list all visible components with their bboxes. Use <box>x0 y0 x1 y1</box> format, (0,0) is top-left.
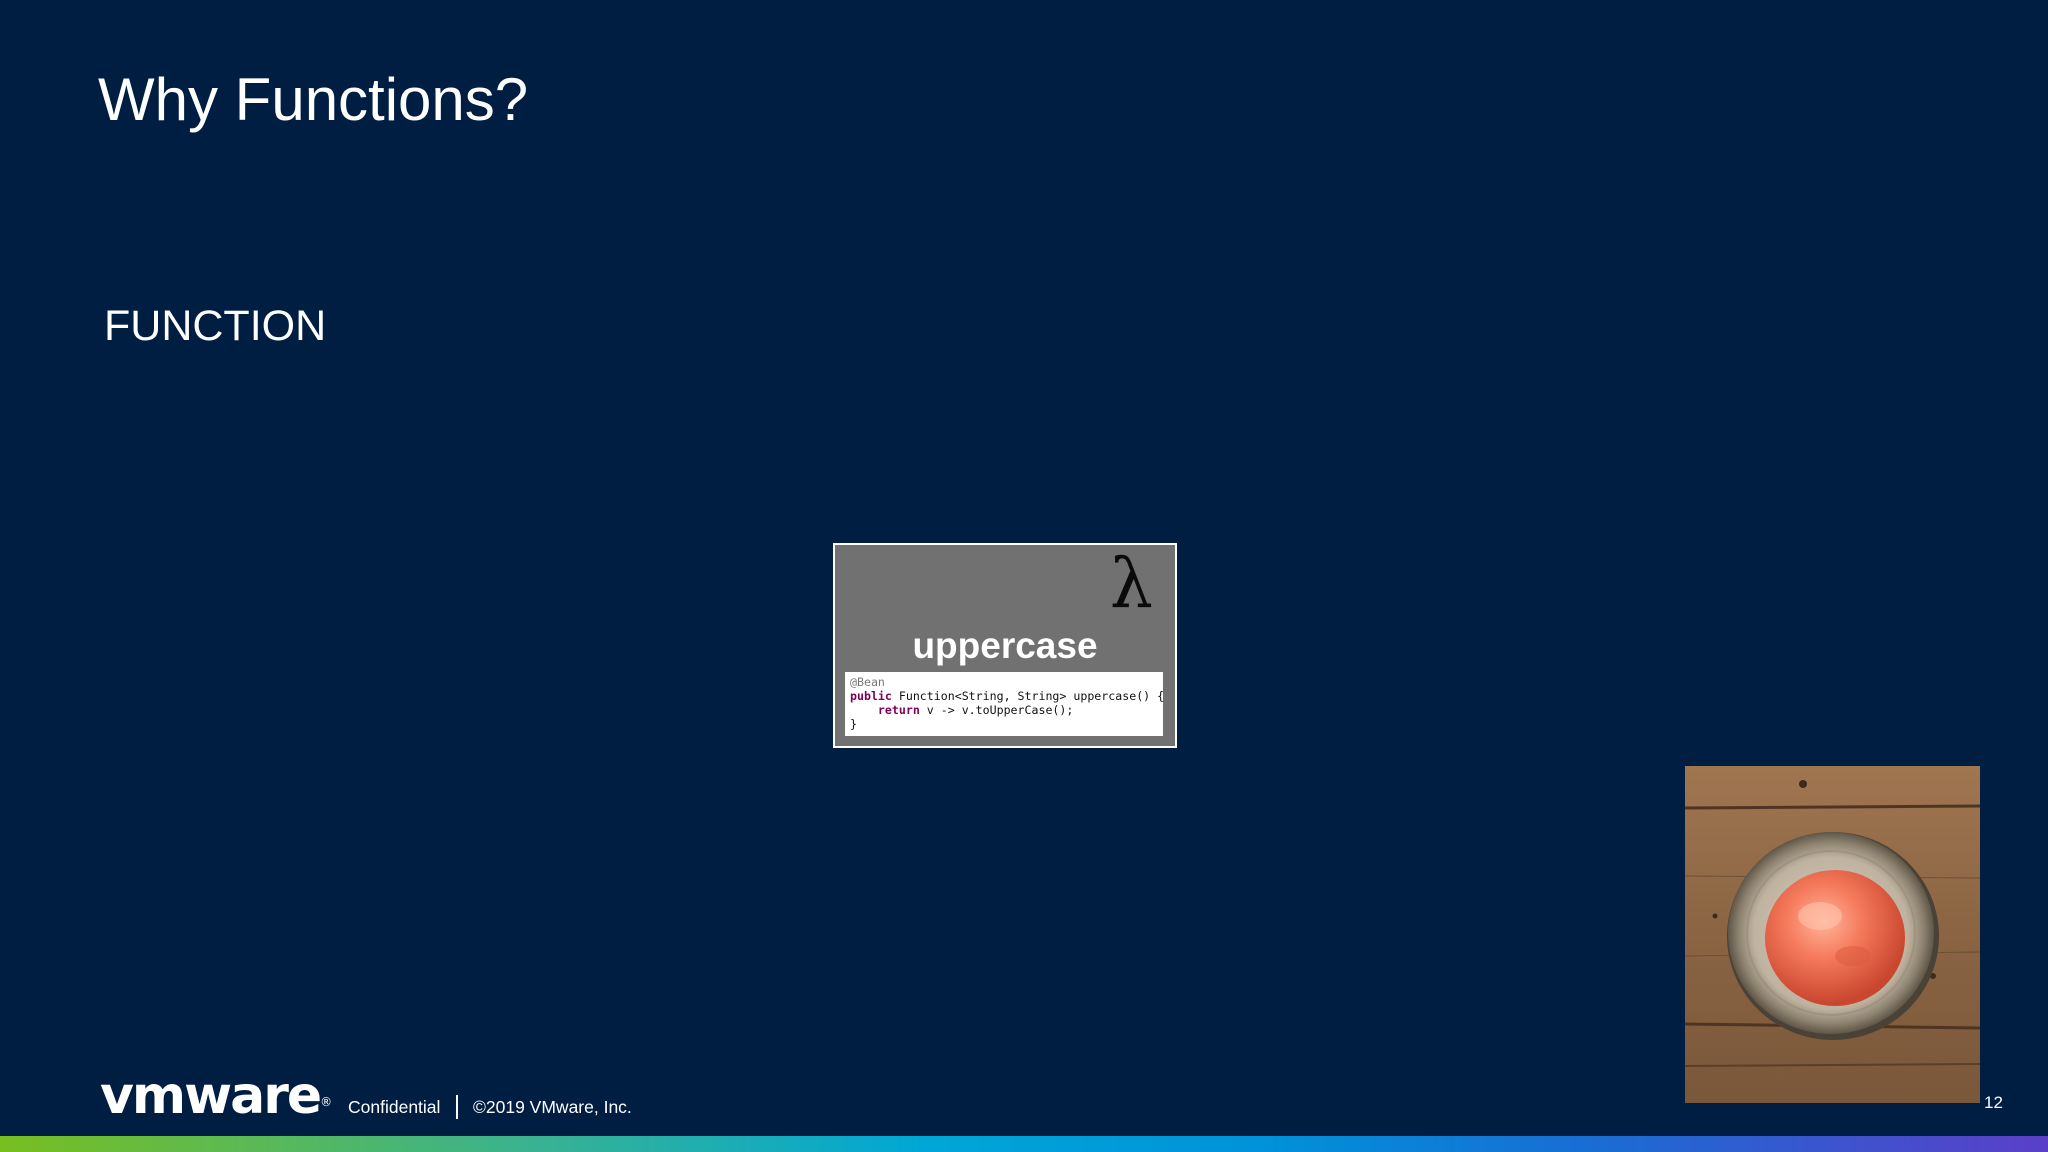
confidential-label: Confidential <box>348 1097 441 1117</box>
slide-title: Why Functions? <box>98 66 529 133</box>
code-keyword-public: public <box>850 689 892 703</box>
copyright-label: ©2019 VMware, Inc. <box>473 1097 632 1117</box>
function-card: λ uppercase @Bean public Function<String… <box>833 543 1177 748</box>
lambda-icon: λ <box>1109 545 1153 624</box>
code-keyword-return: return <box>877 703 920 717</box>
page-number: 12 <box>1984 1093 2003 1112</box>
function-name: uppercase <box>912 625 1098 666</box>
code-line-3: } <box>850 717 857 731</box>
sorbet-photo-icon <box>1685 766 1980 1103</box>
slide-subtitle: FUNCTION <box>104 302 327 350</box>
sorbet-bowl-photo <box>1685 766 1980 1103</box>
code-annotation: @Bean <box>850 675 885 689</box>
vmware-logo-text: vmware <box>100 1066 322 1126</box>
slide: Why Functions? FUNCTION λ uppercase @Bea… <box>0 0 2048 1152</box>
registered-mark: ® <box>320 1095 333 1109</box>
code-snippet: @Bean public Function<String, String> up… <box>845 672 1163 736</box>
footer-separator <box>456 1095 458 1119</box>
brand-gradient-bar <box>0 1136 2048 1152</box>
vmware-logo: vmware® <box>100 1068 332 1124</box>
code-line-2: v -> v.toUpperCase(); <box>919 703 1074 717</box>
code-line-1: Function<String, String> uppercase() { <box>891 689 1163 703</box>
